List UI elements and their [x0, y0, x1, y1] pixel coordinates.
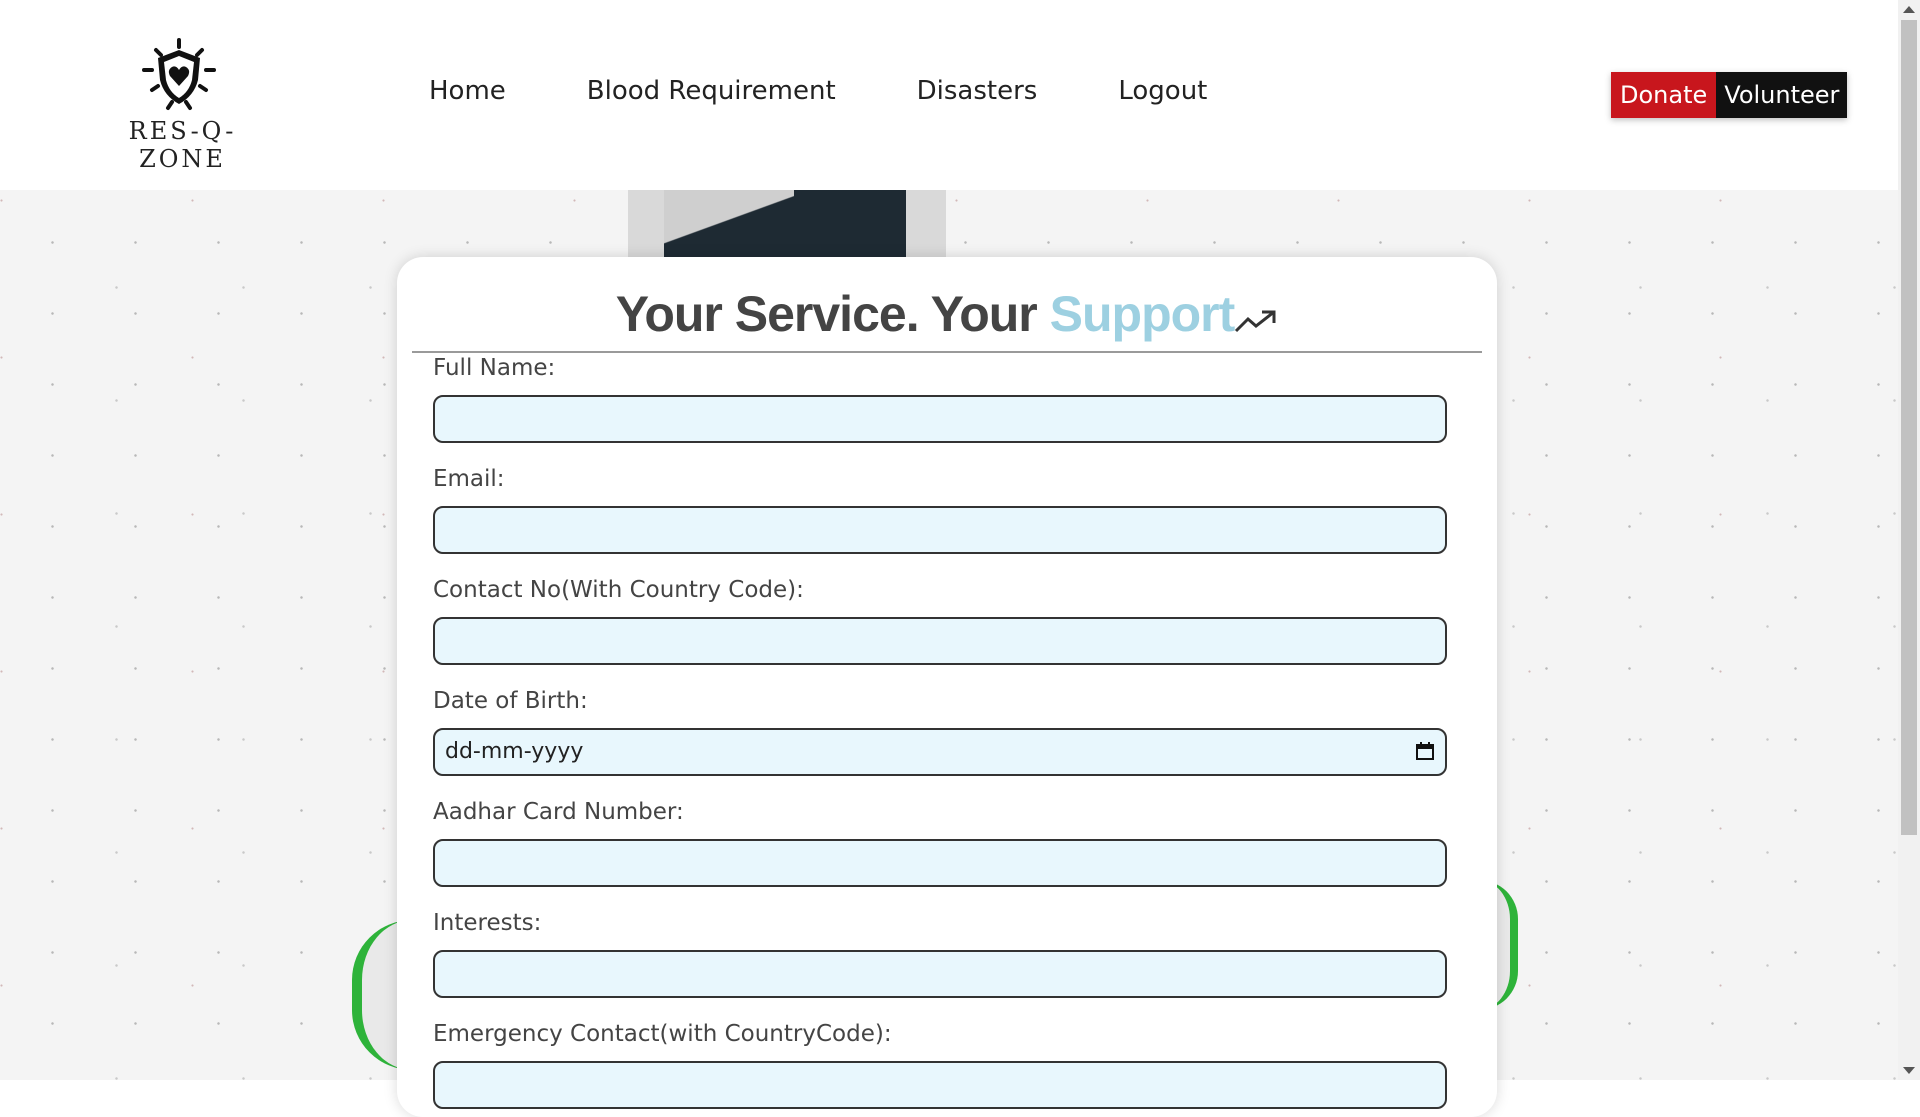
- interests-input[interactable]: [433, 950, 1447, 998]
- dob-placeholder: dd-mm-yyyy: [445, 739, 584, 764]
- shield-logo-icon: [142, 38, 216, 110]
- logo[interactable]: RES-Q-ZONE: [88, 38, 273, 173]
- field-emergency-contact: Emergency Contact(with CountryCode):: [433, 1021, 1447, 1109]
- form-title: Your Service. Your Support: [397, 285, 1497, 347]
- scroll-down-icon[interactable]: [1903, 1067, 1915, 1074]
- full-name-input[interactable]: [433, 395, 1447, 443]
- volunteer-form-card: Your Service. Your Support Full Name: Em…: [397, 257, 1497, 1117]
- interests-label: Interests:: [433, 910, 542, 936]
- aadhar-input[interactable]: [433, 839, 1447, 887]
- email-label: Email:: [433, 466, 505, 492]
- main-nav: Home Blood Requirement Disasters Logout: [429, 76, 1288, 106]
- form-title-accent: Support: [1049, 286, 1236, 342]
- dob-input[interactable]: dd-mm-yyyy: [433, 728, 1447, 776]
- decorative-device-image: [628, 190, 946, 260]
- volunteer-button[interactable]: Volunteer: [1716, 72, 1848, 118]
- email-input[interactable]: [433, 506, 1447, 554]
- aadhar-label: Aadhar Card Number:: [433, 799, 684, 825]
- emergency-contact-label: Emergency Contact(with CountryCode):: [433, 1021, 892, 1047]
- nav-home[interactable]: Home: [429, 76, 506, 106]
- title-divider: [412, 351, 1482, 353]
- field-dob: Date of Birth: dd-mm-yyyy: [433, 688, 1447, 776]
- full-name-label: Full Name:: [433, 355, 556, 381]
- scroll-up-icon[interactable]: [1903, 6, 1915, 13]
- calendar-icon[interactable]: [1415, 741, 1435, 765]
- trending-up-icon: [1234, 289, 1278, 347]
- cta-group: Donate Volunteer: [1611, 72, 1848, 118]
- header: RES-Q-ZONE Home Blood Requirement Disast…: [0, 0, 1898, 190]
- nav-blood-requirement[interactable]: Blood Requirement: [587, 76, 836, 106]
- donate-button[interactable]: Donate: [1611, 72, 1717, 118]
- nav-disasters[interactable]: Disasters: [917, 76, 1038, 106]
- contact-input[interactable]: [433, 617, 1447, 665]
- form-title-text: Your Service. Your: [615, 286, 1050, 342]
- field-contact: Contact No(With Country Code):: [433, 577, 1447, 665]
- dob-label: Date of Birth:: [433, 688, 588, 714]
- page-scrollbar[interactable]: [1898, 0, 1920, 1080]
- nav-logout[interactable]: Logout: [1118, 76, 1207, 106]
- contact-label: Contact No(With Country Code):: [433, 577, 804, 603]
- field-interests: Interests:: [433, 910, 1447, 998]
- emergency-contact-input[interactable]: [433, 1061, 1447, 1109]
- scrollbar-thumb[interactable]: [1901, 20, 1917, 835]
- field-full-name: Full Name:: [433, 355, 1447, 443]
- logo-text: RES-Q-ZONE: [128, 117, 237, 173]
- field-email: Email:: [433, 466, 1447, 554]
- field-aadhar: Aadhar Card Number:: [433, 799, 1447, 887]
